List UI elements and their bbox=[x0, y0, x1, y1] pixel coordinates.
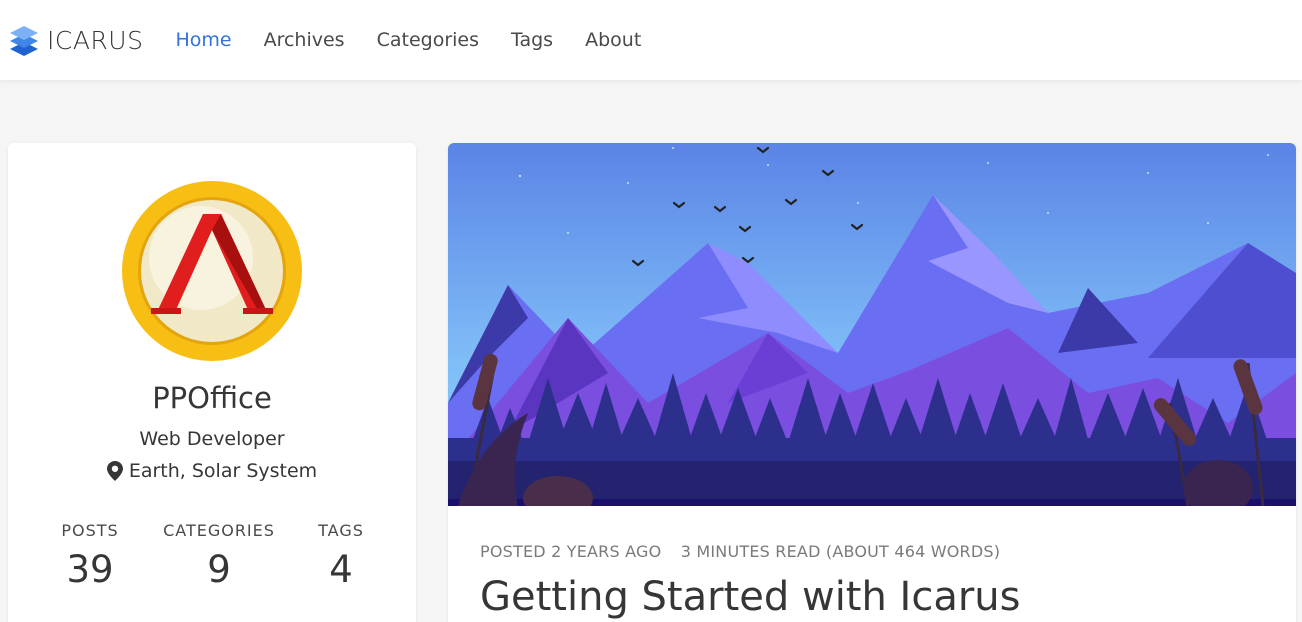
layers-logo-icon bbox=[10, 26, 38, 56]
post-read-time: 3 MINUTES READ (ABOUT 464 WORDS) bbox=[680, 542, 1001, 561]
profile-card: PPOffice Web Developer Earth, Solar Syst… bbox=[8, 143, 416, 622]
author-name: PPOffice bbox=[152, 381, 272, 415]
nav-item-archives[interactable]: Archives bbox=[248, 0, 361, 80]
post-meta: POSTED 2 YEARS AGO 3 MINUTES READ (ABOUT… bbox=[480, 542, 1000, 561]
stat-label: TAGS bbox=[318, 521, 364, 540]
profile-stats: POSTS 39 CATEGORIES 9 TAGS 4 bbox=[8, 521, 416, 601]
avatar bbox=[122, 181, 302, 361]
nav-item-about[interactable]: About bbox=[569, 0, 657, 80]
stat-label: CATEGORIES bbox=[163, 521, 275, 540]
post-card: POSTED 2 YEARS AGO 3 MINUTES READ (ABOUT… bbox=[448, 143, 1296, 622]
author-title: Web Developer bbox=[139, 428, 285, 450]
post-date: POSTED 2 YEARS AGO bbox=[480, 542, 662, 561]
location-text: Earth, Solar System bbox=[128, 460, 318, 482]
map-marker-icon bbox=[106, 461, 123, 481]
author-location: Earth, Solar System bbox=[8, 460, 416, 482]
nav-item-tags[interactable]: Tags bbox=[495, 0, 569, 80]
brand-link[interactable]: ICARUS bbox=[8, 0, 143, 80]
stat-label: POSTS bbox=[61, 521, 119, 540]
stat-posts[interactable]: POSTS 39 bbox=[20, 521, 160, 591]
stat-value: 9 bbox=[207, 548, 231, 591]
brand-name: ICARUS bbox=[47, 25, 144, 55]
post-title-link[interactable]: Getting Started with Icarus bbox=[480, 574, 1021, 620]
stat-value: 39 bbox=[66, 548, 114, 591]
stat-value: 4 bbox=[329, 548, 353, 591]
post-cover-image[interactable] bbox=[448, 143, 1296, 506]
top-navbar: ICARUS Home Archives Categories Tags Abo… bbox=[0, 0, 1302, 80]
nav-menu: Home Archives Categories Tags About bbox=[159, 0, 657, 80]
nav-item-categories[interactable]: Categories bbox=[361, 0, 495, 80]
stat-tags[interactable]: TAGS 4 bbox=[271, 521, 411, 591]
nav-item-home[interactable]: Home bbox=[159, 0, 247, 80]
stat-categories[interactable]: CATEGORIES 9 bbox=[149, 521, 289, 591]
